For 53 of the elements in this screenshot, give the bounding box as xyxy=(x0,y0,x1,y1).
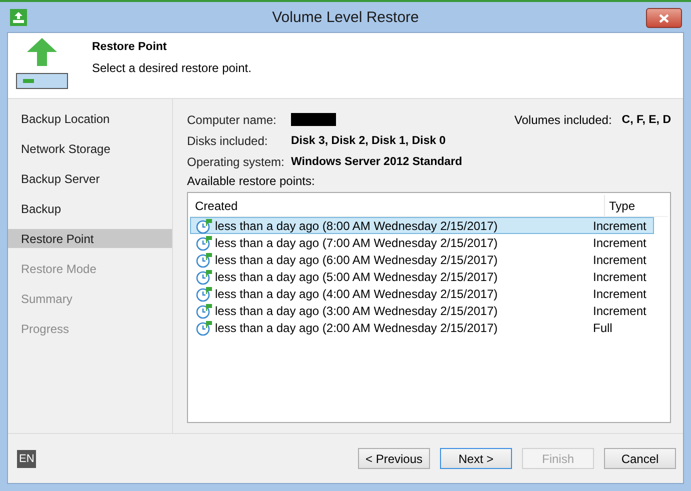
clock-flag-icon xyxy=(196,268,213,284)
created-cell: less than a day ago (6:00 AM Wednesday 2/15/2017) xyxy=(215,252,498,266)
list-label: Available restore points: xyxy=(187,174,316,188)
app-icon xyxy=(10,9,27,26)
type-cell: Increment xyxy=(593,252,646,266)
type-cell: Increment xyxy=(593,286,646,300)
type-cell: Increment xyxy=(593,218,646,232)
field-label: Computer name: xyxy=(187,112,278,126)
clock-flag-icon xyxy=(196,234,213,250)
created-cell: less than a day ago (8:00 AM Wednesday 2/15/2017) xyxy=(215,218,498,232)
restore-point-row[interactable]: less than a day ago (3:00 AM Wednesday 2/15/2017) Increment xyxy=(190,302,654,319)
close-button[interactable] xyxy=(646,8,682,28)
page-title: Restore Point xyxy=(92,41,168,53)
wizard-button[interactable]: Cancel xyxy=(604,448,676,469)
type-cell: Increment xyxy=(593,304,646,318)
field-label: Volumes included: xyxy=(514,112,612,126)
clock-flag-icon xyxy=(196,218,213,234)
sidebar-item[interactable]: Backup Server xyxy=(8,169,172,188)
language-indicator: EN xyxy=(17,450,36,468)
sidebar-item[interactable]: Restore Point xyxy=(8,229,172,248)
clock-flag-icon xyxy=(196,302,213,318)
field-value: Disk 3, Disk 2, Disk 1, Disk 0 xyxy=(291,134,446,146)
column-header[interactable]: Created xyxy=(195,198,238,212)
field-label: Operating system: xyxy=(187,154,286,168)
restore-point-row[interactable]: less than a day ago (4:00 AM Wednesday 2/15/2017) Increment xyxy=(190,285,654,302)
sidebar-item[interactable]: Backup xyxy=(8,199,172,218)
type-cell: Increment xyxy=(593,270,646,284)
restore-point-row[interactable]: less than a day ago (5:00 AM Wednesday 2/15/2017) Increment xyxy=(190,268,654,285)
wizard-button[interactable]: Next > xyxy=(440,448,512,469)
page-subtitle: Select a desired restore point. xyxy=(92,61,252,75)
window-title: Volume Level Restore xyxy=(272,8,419,26)
restore-point-row[interactable]: less than a day ago (2:00 AM Wednesday 2/15/2017) Full xyxy=(190,319,654,336)
sidebar-item[interactable]: Backup Location xyxy=(8,109,172,128)
type-cell: Full xyxy=(593,320,612,334)
column-header[interactable]: Type xyxy=(609,198,636,212)
created-cell: less than a day ago (2:00 AM Wednesday 2/15/2017) xyxy=(215,320,498,334)
restore-point-row[interactable]: less than a day ago (8:00 AM Wednesday 2/15/2017) Increment xyxy=(190,217,654,234)
field-label: Disks included: xyxy=(187,134,269,148)
type-cell: Increment xyxy=(593,236,646,250)
field-value: Windows Server 2012 Standard xyxy=(291,156,462,168)
restore-point-row[interactable]: less than a day ago (7:00 AM Wednesday 2/15/2017) Increment xyxy=(190,234,654,251)
created-cell: less than a day ago (4:00 AM Wednesday 2/15/2017) xyxy=(215,286,498,300)
clock-flag-icon xyxy=(196,252,213,268)
field-value: C, F, E, D xyxy=(622,114,671,126)
clock-flag-icon xyxy=(196,320,213,336)
created-cell: less than a day ago (7:00 AM Wednesday 2/15/2017) xyxy=(215,236,498,250)
restore-point-row[interactable]: less than a day ago (6:00 AM Wednesday 2/15/2017) Increment xyxy=(190,251,654,268)
close-icon xyxy=(659,14,669,22)
sidebar-item[interactable]: Network Storage xyxy=(8,139,172,158)
created-cell: less than a day ago (3:00 AM Wednesday 2/15/2017) xyxy=(215,304,498,318)
created-cell: less than a day ago (5:00 AM Wednesday 2/15/2017) xyxy=(215,270,498,284)
wizard-button[interactable]: < Previous xyxy=(358,448,430,469)
clock-flag-icon xyxy=(196,286,213,302)
